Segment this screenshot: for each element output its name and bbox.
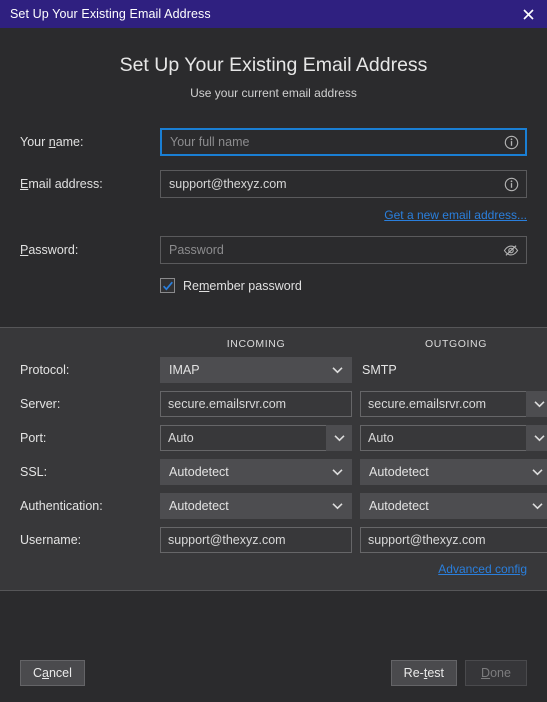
port-incoming-input[interactable] — [160, 425, 326, 451]
password-field-wrap — [160, 236, 527, 264]
port-incoming-dropdown-button[interactable] — [326, 425, 352, 451]
password-input[interactable] — [160, 236, 527, 264]
password-label: Password: — [20, 243, 79, 257]
row-your-name: Your name: — [20, 128, 527, 156]
server-incoming-input[interactable] — [160, 391, 352, 417]
remember-password-row[interactable]: Remember password — [160, 278, 527, 293]
server-outgoing-cell — [360, 391, 547, 417]
ssl-label: SSL: — [20, 465, 48, 479]
eye-slash-icon[interactable] — [503, 242, 519, 258]
server-outgoing-input[interactable] — [360, 391, 526, 417]
server-label: Server: — [20, 397, 61, 411]
titlebar: Set Up Your Existing Email Address — [0, 0, 547, 28]
info-icon[interactable] — [503, 176, 519, 192]
port-outgoing-combobox[interactable] — [360, 425, 547, 451]
authentication-outgoing-cell: Autodetect — [360, 493, 547, 519]
protocol-label: Protocol: — [20, 363, 70, 377]
page-subtitle: Use your current email address — [190, 86, 357, 100]
port-outgoing-input[interactable] — [360, 425, 526, 451]
protocol-incoming-value: IMAP — [169, 363, 200, 377]
chevron-down-icon — [531, 500, 543, 512]
authentication-outgoing-select[interactable]: Autodetect — [360, 493, 547, 519]
page-title: Set Up Your Existing Email Address — [119, 54, 428, 76]
window-title: Set Up Your Existing Email Address — [10, 7, 211, 21]
ssl-outgoing-select[interactable]: Autodetect — [360, 459, 547, 485]
close-icon[interactable] — [515, 2, 541, 26]
your-name-field-wrap — [160, 128, 527, 156]
row-protocol: Protocol: IMAP SMTP — [20, 357, 527, 383]
chevron-down-icon — [331, 466, 343, 478]
username-outgoing-input[interactable] — [360, 527, 547, 553]
info-icon[interactable] — [503, 134, 519, 150]
port-outgoing-dropdown-button[interactable] — [526, 425, 547, 451]
authentication-outgoing-value: Autodetect — [369, 499, 429, 513]
remember-password-label: Remember password — [183, 278, 302, 293]
outgoing-column-header: OUTGOING — [425, 338, 487, 350]
ssl-incoming-value: Autodetect — [169, 465, 229, 479]
authentication-label: Authentication: — [20, 499, 103, 513]
chevron-down-icon — [331, 500, 343, 512]
get-new-email-link[interactable]: Get a new email address... — [384, 208, 527, 222]
protocol-outgoing-cell: SMTP — [360, 357, 547, 383]
setup-email-dialog: Set Up Your Existing Email Address Set U… — [0, 0, 547, 702]
username-incoming-input[interactable] — [160, 527, 352, 553]
authentication-incoming-value: Autodetect — [169, 499, 229, 513]
your-name-input[interactable] — [160, 128, 527, 156]
server-settings-section: INCOMING OUTGOING Protocol: IMAP SMTP Se… — [0, 328, 547, 590]
port-incoming-combobox[interactable] — [160, 425, 352, 451]
ssl-incoming-cell: Autodetect — [160, 459, 352, 485]
remember-password-checkbox[interactable] — [160, 278, 175, 293]
row-password: Password: — [20, 236, 527, 264]
chevron-down-icon — [531, 466, 543, 478]
port-outgoing-cell — [360, 425, 547, 451]
authentication-incoming-cell: Autodetect — [160, 493, 352, 519]
row-email-address: Email address: — [20, 170, 527, 198]
port-label: Port: — [20, 431, 47, 445]
row-username: Username: — [20, 527, 547, 553]
email-address-label: Email address: — [20, 177, 103, 191]
protocol-incoming-cell: IMAP — [160, 357, 352, 383]
ssl-outgoing-cell: Autodetect — [360, 459, 547, 485]
ssl-outgoing-value: Autodetect — [369, 465, 429, 479]
protocol-incoming-select[interactable]: IMAP — [160, 357, 352, 383]
cancel-button[interactable]: Ca ncel — [20, 659, 85, 686]
server-outgoing-dropdown-button[interactable] — [526, 391, 547, 417]
chevron-down-icon — [331, 364, 343, 376]
username-label: Username: — [20, 533, 82, 547]
authentication-incoming-select[interactable]: Autodetect — [160, 493, 352, 519]
dialog-footer: Ca ncel Re-t est Done — [0, 643, 547, 702]
server-outgoing-combobox[interactable] — [360, 391, 547, 417]
done-button[interactable]: Done — [465, 659, 527, 686]
your-name-label: Your name: — [20, 135, 84, 149]
email-address-input[interactable] — [160, 170, 527, 198]
email-address-field-wrap — [160, 170, 527, 198]
row-port: Port: — [20, 425, 547, 451]
dialog-header: Set Up Your Existing Email Address Use y… — [0, 28, 547, 100]
retest-button[interactable]: Re-t est — [390, 659, 457, 686]
row-server: Server: — [20, 391, 547, 417]
account-form: Your name: Email address: — [0, 100, 547, 293]
advanced-config-link[interactable]: Advanced config — [438, 562, 527, 576]
incoming-column-header: INCOMING — [226, 338, 286, 350]
server-incoming-cell — [160, 391, 352, 417]
row-authentication: Authentication: Autodetect Autodetect — [20, 493, 547, 519]
username-outgoing-cell — [360, 527, 547, 553]
footer-divider — [0, 590, 547, 591]
row-ssl: SSL: Autodetect Autodetect — [20, 459, 547, 485]
ssl-incoming-select[interactable]: Autodetect — [160, 459, 352, 485]
port-incoming-cell — [160, 425, 352, 451]
username-incoming-cell — [160, 527, 352, 553]
column-headers: INCOMING OUTGOING — [20, 338, 527, 350]
advanced-config-row: Advanced config — [20, 562, 527, 576]
get-new-email-row: Get a new email address... — [20, 208, 527, 222]
protocol-outgoing-value: SMTP — [362, 363, 397, 377]
